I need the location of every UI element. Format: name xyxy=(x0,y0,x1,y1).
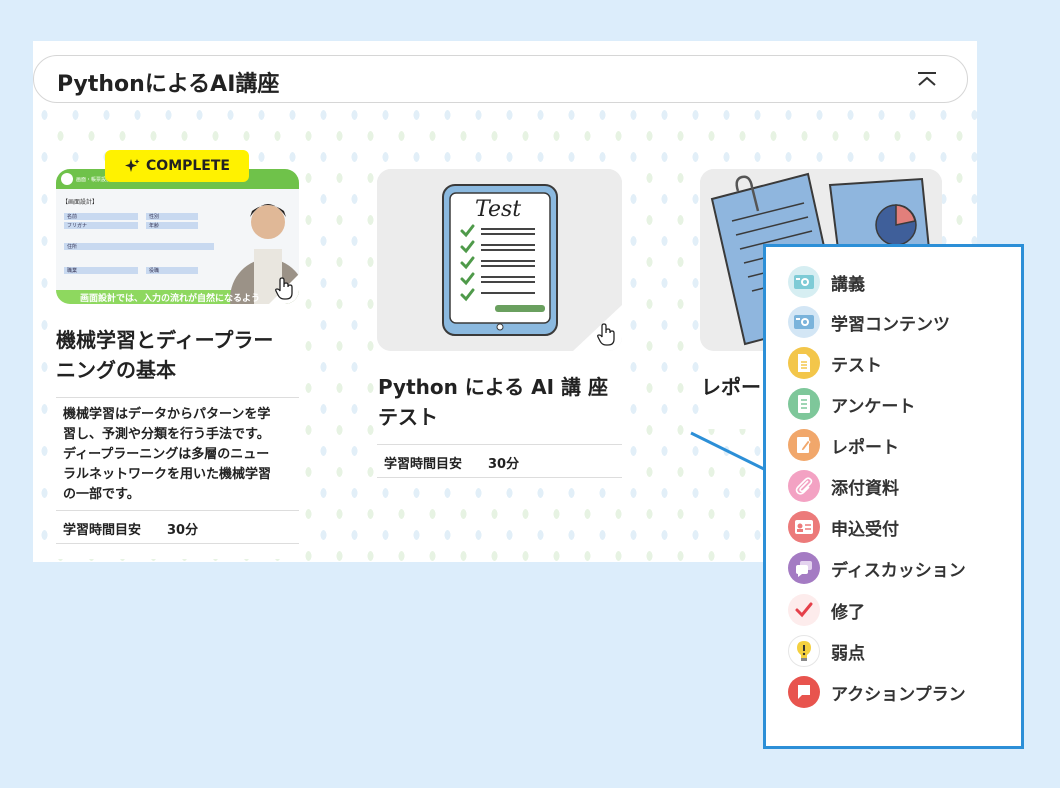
card-title-line1: レポー xyxy=(701,375,761,399)
study-time-value: 30分 xyxy=(167,523,199,538)
menu-item-report[interactable]: レポート xyxy=(788,428,899,462)
lecture-thumbnail[interactable]: 画面・帳票設計 【画面設計】 名前 フリガナ 性別 年齢 住所 職業 役職 画面… xyxy=(56,169,299,304)
study-time-label: 学習時間目安 xyxy=(63,523,142,538)
menu-item-test[interactable]: テスト xyxy=(788,346,882,380)
lecture-video-frame xyxy=(56,169,299,304)
discussion-icon xyxy=(788,552,820,584)
desc-line: の一部です。 xyxy=(63,487,140,502)
content-icon xyxy=(788,306,820,338)
lecture-icon xyxy=(788,266,820,298)
menu-item-label: 添付資料 xyxy=(831,478,899,499)
weakness-icon xyxy=(788,635,820,667)
collapse-button[interactable] xyxy=(915,70,939,90)
menu-item-label: 申込受付 xyxy=(831,519,899,540)
test-icon xyxy=(788,347,820,379)
study-time-label: 学習時間目安 xyxy=(384,457,463,472)
menu-item-action-plan[interactable]: アクションプラン xyxy=(788,675,966,709)
section-title: PythonによるAI講座 xyxy=(57,72,280,97)
desc-line: ディープラーニングは多層のニュー xyxy=(63,447,270,462)
card-title-line2: テスト xyxy=(378,405,438,429)
course-card-test[interactable]: Test Python による AI 講 座 テスト 学習時間目安 30分 xyxy=(377,169,622,481)
menu-item-label: テスト xyxy=(831,355,882,376)
chevron-up-icon xyxy=(918,72,936,86)
sparkle-icon xyxy=(125,159,140,172)
slide-field: 性別 xyxy=(149,214,160,220)
slide-field: フリガナ xyxy=(67,223,88,229)
menu-item-weakness[interactable]: 弱点 xyxy=(788,634,865,668)
study-time-value: 30分 xyxy=(488,457,520,472)
section-header[interactable]: PythonによるAI講座 xyxy=(33,55,968,103)
video-caption: 画面設計では、入力の流れが自然になるよう xyxy=(80,294,261,304)
card-description: 機械学習はデータからパターンを学 習し、予測や分類を行う手法です。 ディープラー… xyxy=(63,405,271,505)
report-icon xyxy=(788,429,820,461)
study-time-row: 学習時間目安 30分 xyxy=(377,444,622,478)
card-title-line1: Python による AI 講 座 xyxy=(378,375,609,399)
course-card-ml[interactable]: 画面・帳票設計 【画面設計】 名前 フリガナ 性別 年齢 住所 職業 役職 画面… xyxy=(56,169,299,559)
menu-item-label: 学習コンテンツ xyxy=(831,314,950,335)
application-icon xyxy=(788,511,820,543)
slide-field: 名前 xyxy=(67,214,78,220)
menu-item-label: 修了 xyxy=(831,602,865,623)
desc-line: ラルネットワークを用いた機械学習 xyxy=(63,467,272,482)
menu-item-lecture[interactable]: 講義 xyxy=(788,265,865,299)
divider xyxy=(56,397,299,398)
slide-field: 職業 xyxy=(67,268,78,274)
menu-item-label: 弱点 xyxy=(831,643,865,664)
menu-item-application[interactable]: 申込受付 xyxy=(788,510,899,544)
card-title-line2: ニングの基本 xyxy=(56,358,176,382)
complete-label: COMPLETE xyxy=(146,158,230,174)
card-title-line1: 機械学習とディープラー xyxy=(56,328,274,352)
check-icon xyxy=(788,594,820,626)
survey-icon xyxy=(788,388,820,420)
test-thumbnail[interactable]: Test xyxy=(377,169,622,351)
menu-item-label: アンケート xyxy=(831,396,916,417)
desc-line: 習し、予測や分類を行う手法です。 xyxy=(63,427,270,442)
slide-field: 役職 xyxy=(149,268,160,274)
menu-item-discussion[interactable]: ディスカッション xyxy=(788,551,966,585)
hand-pointer-icon xyxy=(597,323,615,346)
menu-item-label: ディスカッション xyxy=(831,560,966,581)
menu-item-survey[interactable]: アンケート xyxy=(788,387,915,421)
menu-item-content[interactable]: 学習コンテンツ xyxy=(788,305,950,339)
desc-line: 機械学習はデータからパターンを学 xyxy=(63,407,271,422)
menu-item-attachment[interactable]: 添付資料 xyxy=(788,469,899,503)
menu-item-label: レポート xyxy=(831,437,899,458)
test-thumb-text: Test xyxy=(475,197,522,222)
study-time-row: 学習時間目安 30分 xyxy=(56,510,299,544)
menu-item-complete[interactable]: 修了 xyxy=(788,593,865,627)
menu-item-label: 講義 xyxy=(831,274,865,295)
slide-field: 年齢 xyxy=(149,223,160,229)
slide-field: 住所 xyxy=(67,244,78,250)
content-type-menu: 講義 学習コンテンツ テスト アンケート レポート 添付資料 申込受付 ディスカ… xyxy=(763,244,1024,749)
complete-badge: COMPLETE xyxy=(105,150,249,182)
attachment-icon xyxy=(788,470,820,502)
menu-item-label: アクションプラン xyxy=(831,684,966,705)
slide-section: 【画面設計】 xyxy=(62,199,99,206)
hand-pointer-icon xyxy=(275,277,293,300)
action-plan-icon xyxy=(788,676,820,708)
